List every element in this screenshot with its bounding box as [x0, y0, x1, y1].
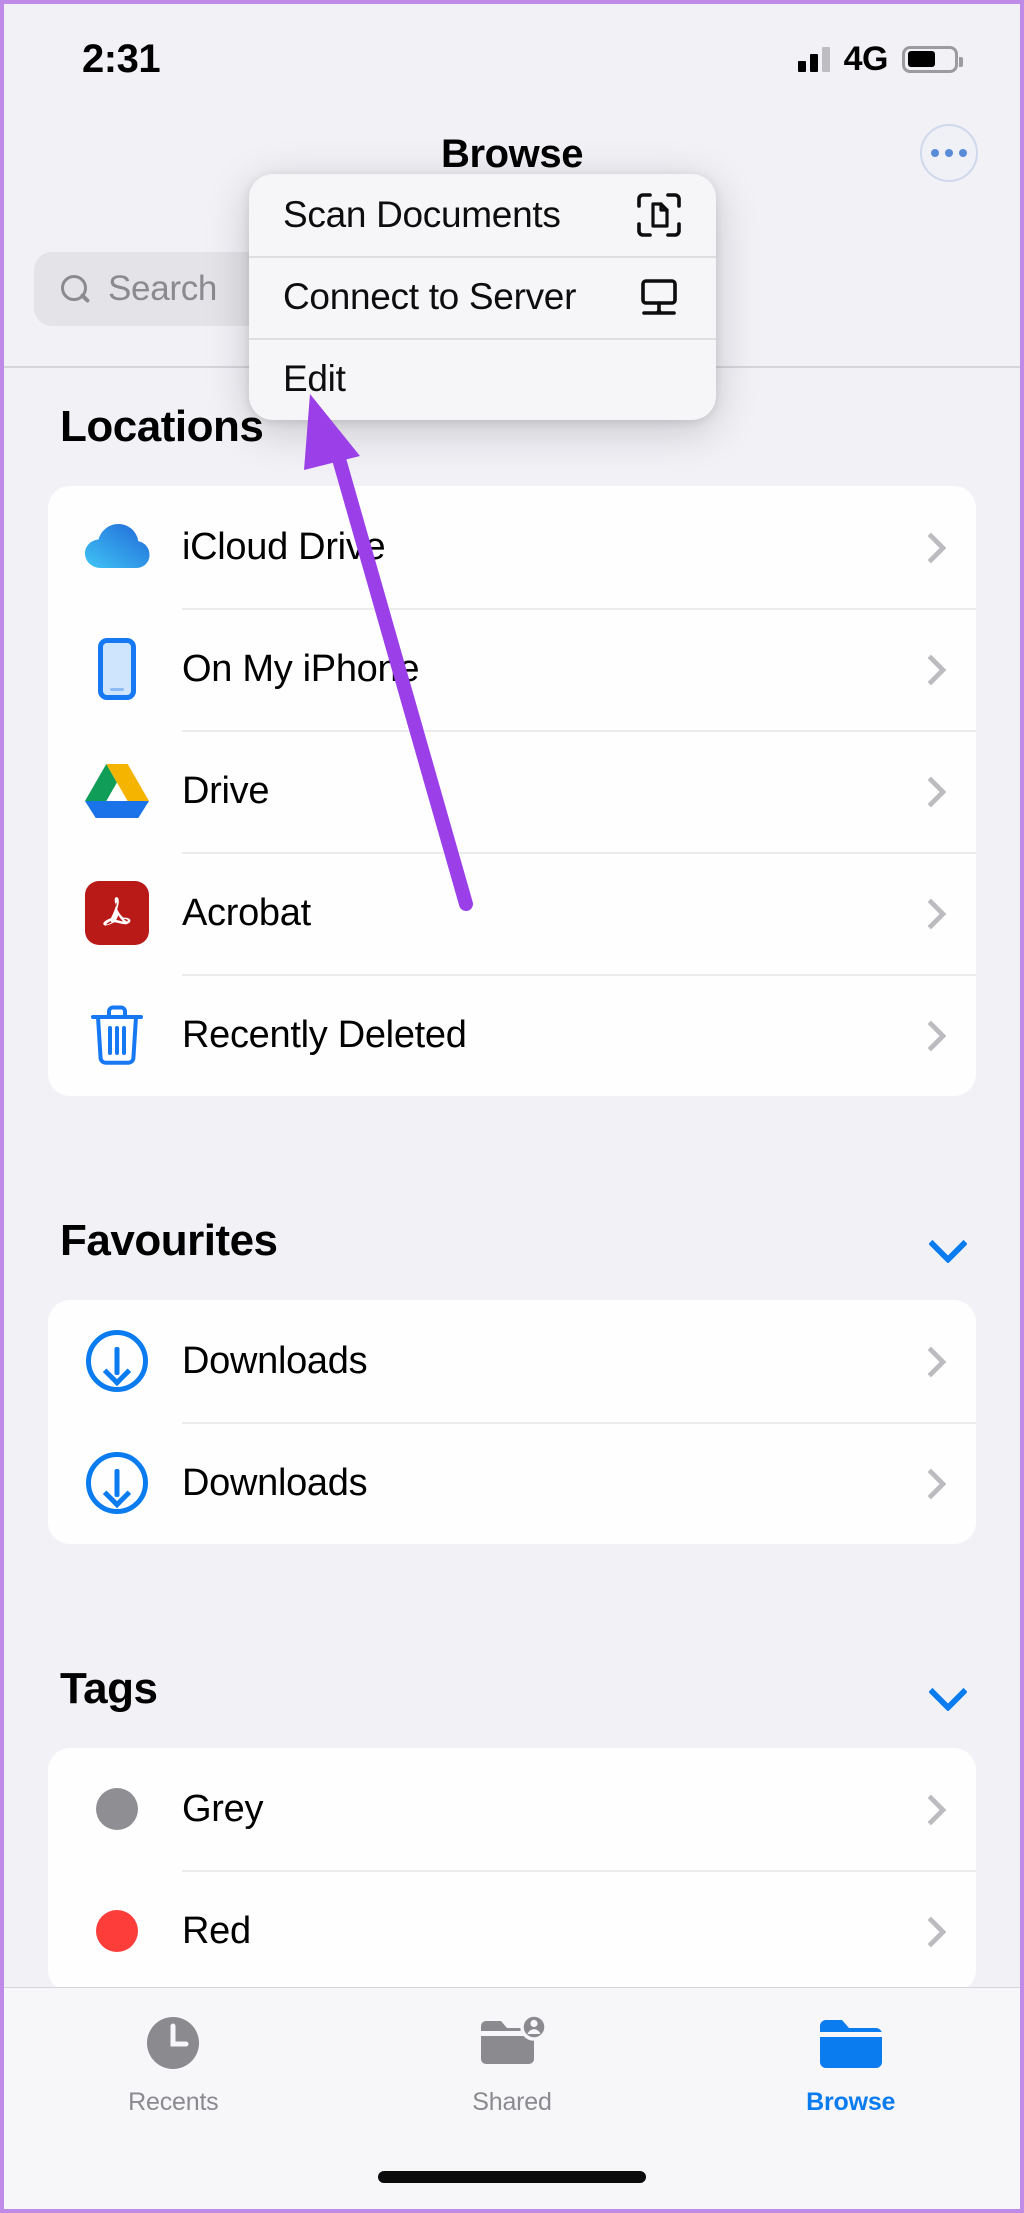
browse-content: Locations iCloud Drive On My iPhone Driv…	[4, 368, 1020, 1992]
network-type-label: 4G	[843, 39, 889, 78]
list-item[interactable]: Recently Deleted	[48, 974, 976, 1096]
trash-icon	[82, 1000, 152, 1070]
list-item-label: Downloads	[182, 1339, 368, 1382]
section-header-tags[interactable]: Tags	[4, 1630, 1020, 1748]
tab-label: Browse	[806, 2088, 896, 2116]
search-icon	[60, 274, 90, 304]
list-item[interactable]: Acrobat	[48, 852, 976, 974]
tab-label: Shared	[472, 2088, 552, 2116]
list-item-label: Downloads	[182, 1461, 368, 1504]
list-item[interactable]: Drive	[48, 730, 976, 852]
google-drive-icon	[82, 756, 152, 826]
menu-item-label: Scan Documents	[283, 194, 561, 235]
locations-list: iCloud Drive On My iPhone Drive Acrobat …	[48, 486, 976, 1096]
chevron-right-icon	[916, 1022, 942, 1048]
list-item-label: Drive	[182, 769, 270, 812]
tab-bar: Recents Shared Browse	[4, 1987, 1020, 2209]
chevron-right-icon	[916, 1470, 942, 1496]
folder-icon	[817, 2010, 885, 2076]
chevron-right-icon	[916, 1348, 942, 1374]
status-indicators: 4G	[797, 39, 963, 79]
tag-dot-icon	[82, 1774, 152, 1844]
battery-icon	[902, 45, 963, 73]
clock-icon	[143, 2010, 203, 2076]
ellipsis-circle-icon[interactable]	[920, 124, 978, 182]
section-title: Tags	[60, 1664, 158, 1713]
list-item[interactable]: Red	[48, 1870, 976, 1992]
section-header-favourites[interactable]: Favourites	[4, 1182, 1020, 1300]
list-item-label: Grey	[182, 1787, 264, 1830]
adobe-acrobat-icon	[82, 878, 152, 948]
chevron-right-icon	[916, 656, 942, 682]
home-indicator	[378, 2171, 646, 2183]
iphone-icon	[82, 634, 152, 704]
download-circle-icon	[82, 1448, 152, 1518]
list-item[interactable]: Downloads	[48, 1300, 976, 1422]
chevron-right-icon	[916, 1918, 942, 1944]
page-title: Browse	[440, 131, 584, 176]
phone-screen: 2:31 4G Browse Search Locations iCloud D…	[0, 0, 1024, 2213]
display-server-icon	[636, 274, 682, 320]
favourites-list: Downloads Downloads	[48, 1300, 976, 1544]
list-item[interactable]: On My iPhone	[48, 608, 976, 730]
chevron-right-icon	[916, 778, 942, 804]
list-item-label: Red	[182, 1909, 251, 1952]
list-item[interactable]: Grey	[48, 1748, 976, 1870]
menu-item-trailing-slot	[636, 356, 682, 402]
status-time: 2:31	[82, 36, 161, 81]
download-circle-icon	[82, 1326, 152, 1396]
tab-browse[interactable]: Browse	[681, 2010, 1020, 2117]
menu-item-edit[interactable]: Edit	[249, 338, 716, 420]
folder-person-icon	[477, 2010, 547, 2076]
tag-color-swatch	[96, 1910, 138, 1952]
search-placeholder: Search	[108, 269, 218, 308]
chevron-down-icon[interactable]	[930, 1224, 964, 1258]
tag-color-swatch	[96, 1788, 138, 1830]
tag-dot-icon	[82, 1896, 152, 1966]
section-title: Locations	[60, 402, 264, 451]
tab-label: Recents	[128, 2088, 219, 2116]
status-bar: 2:31 4G	[4, 4, 1020, 114]
chevron-right-icon	[916, 534, 942, 560]
list-item[interactable]: iCloud Drive	[48, 486, 976, 608]
menu-item-connect-to-server[interactable]: Connect to Server	[249, 256, 716, 338]
list-item-label: iCloud Drive	[182, 525, 386, 568]
chevron-down-icon[interactable]	[930, 1672, 964, 1706]
list-item-label: Recently Deleted	[182, 1013, 467, 1056]
menu-item-label: Edit	[283, 358, 346, 399]
chevron-right-icon	[916, 1796, 942, 1822]
list-item-label: Acrobat	[182, 891, 311, 934]
section-title: Favourites	[60, 1216, 278, 1265]
list-item[interactable]: Downloads	[48, 1422, 976, 1544]
tags-list: Grey Red	[48, 1748, 976, 1992]
tab-recents[interactable]: Recents	[4, 2010, 343, 2117]
context-menu: Scan Documents Connect to Server Edit	[249, 174, 716, 420]
tab-shared[interactable]: Shared	[343, 2010, 682, 2117]
chevron-right-icon	[916, 900, 942, 926]
menu-item-label: Connect to Server	[283, 276, 577, 317]
icloud-drive-icon	[82, 512, 152, 582]
document-scanner-icon	[636, 192, 682, 238]
menu-item-scan-documents[interactable]: Scan Documents	[249, 174, 716, 256]
list-item-label: On My iPhone	[182, 647, 420, 690]
cellular-bars-icon	[797, 46, 830, 72]
